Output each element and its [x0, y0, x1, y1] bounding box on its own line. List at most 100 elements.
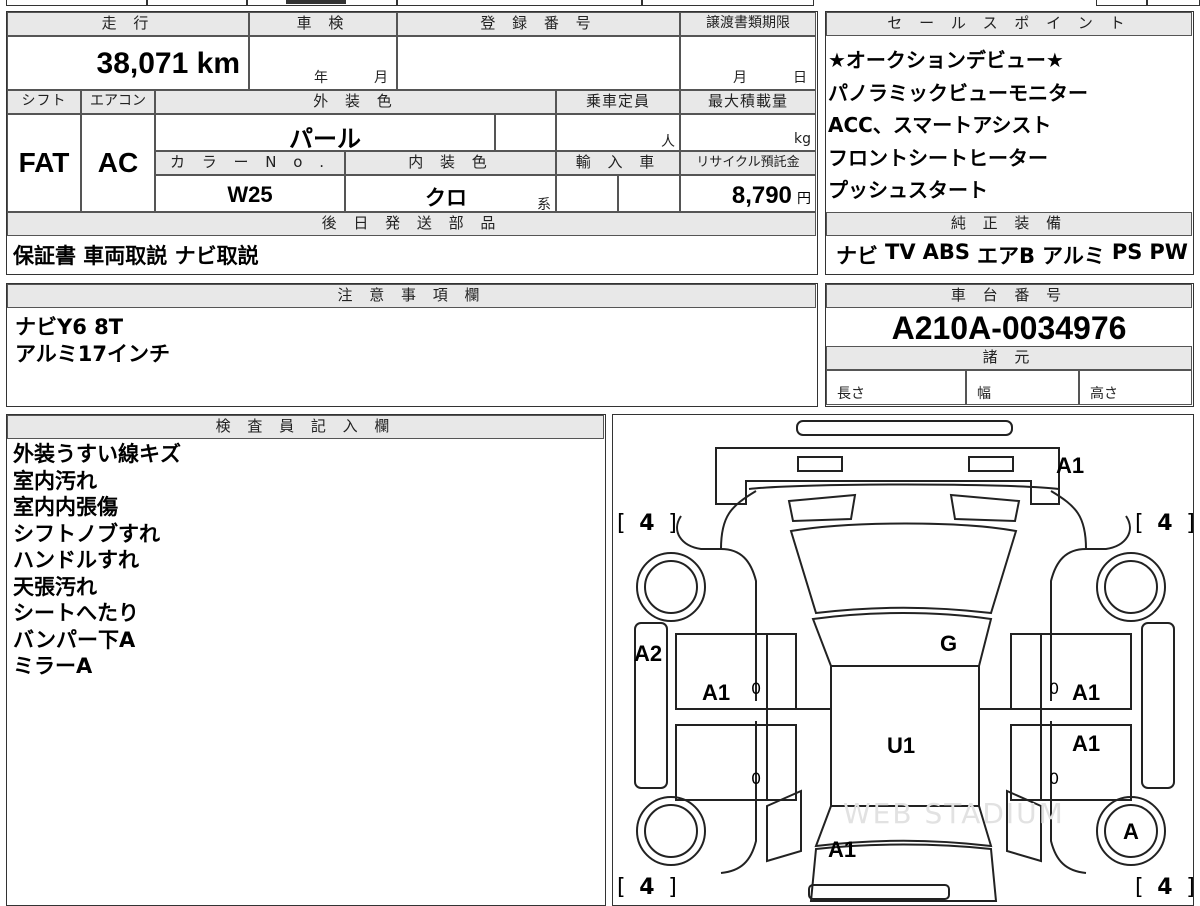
left-front-door-outline: [675, 633, 797, 710]
chassis-box: 車 台 番 号 A210A-0034976 諸 元 長さ 幅 高さ: [825, 283, 1194, 407]
standard-equipment-header: 純 正 装 備: [826, 212, 1192, 236]
kei-unit: 系: [537, 197, 551, 213]
equipment-item: ABS: [922, 240, 970, 264]
top-strip: [6, 0, 1200, 6]
mark-front: A1: [1056, 453, 1085, 478]
capacity-header: 乗車定員: [556, 90, 680, 114]
mark-rear: A1: [828, 837, 857, 862]
sales-point: フロントシートヒーター: [828, 145, 1048, 170]
right-rear-door-outline: [1010, 724, 1132, 801]
exterior-color-cell: パール: [155, 114, 495, 153]
tire-tread-rear-right: [ 4 ]: [1135, 875, 1195, 900]
import-header: 輸 入 車: [556, 151, 680, 175]
mark-right-front-door: A1: [1072, 680, 1101, 705]
sales-point: パノラミックビューモニター: [828, 80, 1088, 105]
equipment-item: PW: [1149, 240, 1188, 264]
equipment-item: PS: [1111, 240, 1143, 264]
import-cell-b: [618, 175, 680, 212]
color-no-header: カ ラ ー N o .: [155, 151, 345, 175]
exterior-color-extra: [495, 114, 556, 151]
equipment-item: ナビ: [836, 244, 878, 268]
recycle-fee-value: 8,790: [731, 182, 792, 209]
yen-unit: 円: [797, 191, 811, 207]
tire-tread-rear-left: [ 4 ]: [617, 875, 677, 900]
width-label: 幅: [977, 386, 991, 402]
color-no-cell: W25: [155, 175, 345, 212]
watermark: WEB STADIUM: [843, 797, 1065, 830]
length-cell: 長さ: [826, 370, 966, 405]
length-label: 長さ: [837, 386, 865, 402]
rear-bumper-outline: [808, 884, 950, 900]
mark-right-rear-door: A1: [1072, 731, 1101, 756]
notes-header: 注 意 事 項 欄: [7, 284, 816, 308]
mileage-value: 38,071: [96, 47, 189, 80]
sales-point: ACC、スマートアシスト: [828, 113, 1052, 137]
left-quarter-window: [766, 789, 802, 863]
shaken-cell: 年 月: [249, 36, 397, 90]
equipment-list: ナビ TV ABS エアB アルミ PS PW: [836, 240, 1188, 270]
body-left-upper: [676, 515, 757, 701]
equipment-item: エアB: [977, 244, 1036, 268]
tire-left-front-inner: [644, 560, 698, 614]
specs-header: 諸 元: [826, 346, 1192, 370]
capacity-unit: 人: [661, 134, 675, 150]
deadline-month-unit: 月: [733, 70, 747, 86]
inspector-notes-header: 検 査 員 記 入 欄: [7, 415, 604, 439]
note-line: アルミ17インチ: [15, 342, 171, 366]
interior-color-cell: クロ 系: [345, 175, 556, 213]
exterior-color-value: パール: [289, 125, 361, 153]
note-line: ナビY6 8T: [15, 315, 124, 339]
later-parts-value: 保証書 車両取説 ナビ取説: [13, 244, 259, 268]
chassis-number: A210A-0034976: [891, 310, 1127, 346]
shift-header: シフト: [7, 90, 81, 114]
reg-no-cell: [397, 36, 680, 90]
reg-no-header: 登 録 番 号: [397, 12, 680, 36]
mileage-unit: km: [196, 47, 240, 80]
tire-right-front-inner: [1104, 560, 1158, 614]
front-bumper-outline: [796, 420, 1013, 436]
mark-right-rear-tire: A: [1123, 819, 1139, 844]
zero-mark-left-front: 0: [751, 679, 762, 698]
right-front-door-outline: [1010, 633, 1132, 710]
tire-right-front-outer: [1096, 552, 1166, 622]
hood-line: [748, 483, 1060, 490]
body-left-lower: [720, 721, 757, 874]
equipment-item: アルミ: [1042, 244, 1105, 268]
tire-left-front-outer: [636, 552, 706, 622]
interior-color-value: クロ: [425, 186, 467, 210]
import-cell-a: [556, 175, 618, 212]
mark-roof: G: [940, 631, 958, 656]
roof-outline: [811, 612, 993, 667]
inspector-note: 室内内張傷: [13, 495, 118, 519]
inspector-note: 天張汚れ: [13, 574, 97, 599]
headlight-right: [968, 456, 1014, 472]
height-cell: 高さ: [1079, 370, 1192, 405]
height-label: 高さ: [1090, 386, 1118, 402]
inspector-note: ミラーA: [13, 654, 93, 678]
tire-tread-front-left: [ 4 ]: [617, 511, 677, 536]
capacity-cell: 人: [556, 114, 680, 151]
inspector-note: シートへたり: [13, 601, 139, 625]
inspector-note: 外装うすい線キズ: [13, 442, 181, 466]
deadline-day-unit: 日: [793, 70, 807, 86]
headlight-left: [797, 456, 843, 472]
sales-point: ★オークションデビュー★: [828, 48, 1064, 72]
shaken-header: 車 検: [249, 12, 397, 36]
zero-mark-right-rear: 0: [1049, 769, 1060, 788]
max-load-unit: kg: [794, 131, 811, 147]
tire-left-rear-outer: [636, 796, 706, 866]
left-a-line: [720, 490, 757, 550]
inspector-note: バンパー下A: [13, 627, 136, 652]
mark-left-fender: A2: [634, 641, 663, 666]
mileage-cell: 38,071 km: [7, 36, 249, 90]
shift-cell: FAT: [7, 114, 81, 212]
notes-box: 注 意 事 項 欄 ナビY6 8T アルミ17インチ: [6, 283, 818, 407]
aircon-header: エアコン: [81, 90, 155, 114]
tire-tread-front-right: [ 4 ]: [1135, 511, 1195, 536]
mileage-header: 走 行: [7, 12, 249, 36]
inspector-note: ハンドルすれ: [13, 548, 139, 572]
aircon-value: AC: [97, 147, 139, 178]
windshield-outline: [789, 522, 1018, 615]
zero-mark-right-front: 0: [1049, 679, 1060, 698]
transfer-deadline-cell: 月 日: [680, 36, 816, 90]
